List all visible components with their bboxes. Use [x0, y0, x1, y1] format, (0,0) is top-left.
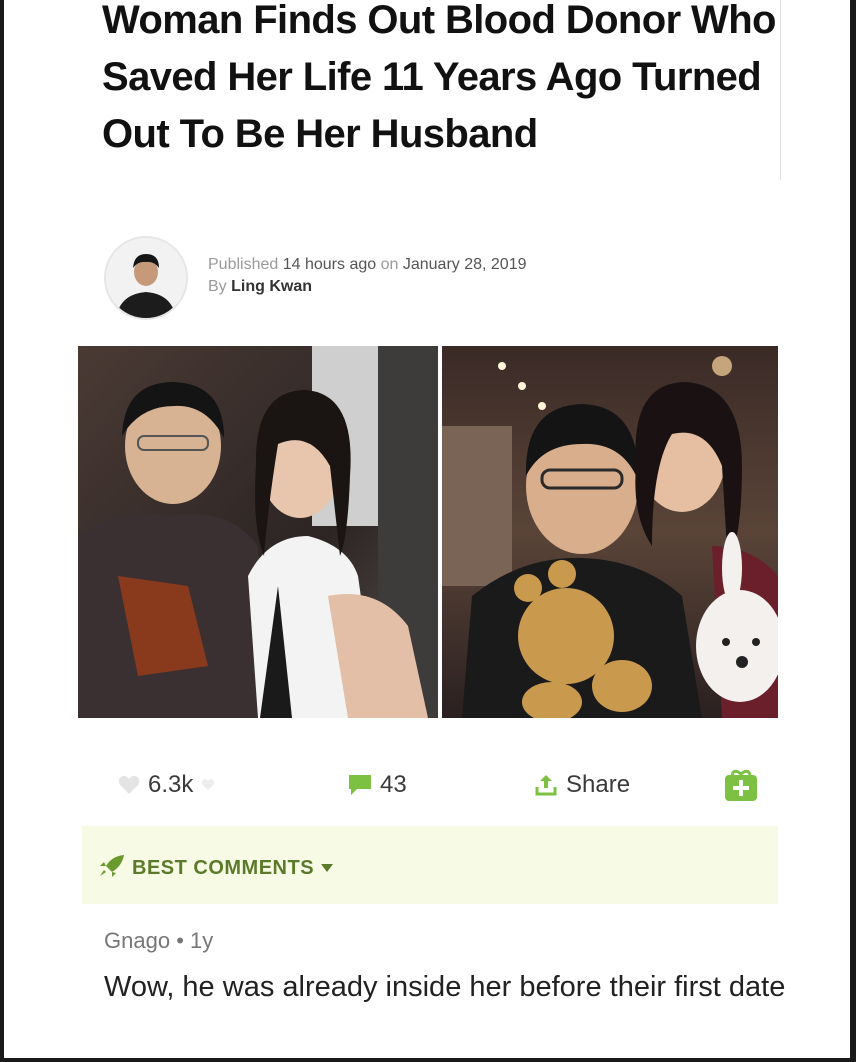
- article-screen: Woman Finds Out Blood Donor Who Saved He…: [4, 0, 850, 1058]
- comment-text: Wow, he was already inside her before th…: [104, 971, 786, 1003]
- gift-button[interactable]: [724, 760, 758, 810]
- article-title: Woman Finds Out Blood Donor Who Saved He…: [102, 0, 776, 156]
- action-bar: 6.3k 43 Share: [104, 760, 784, 810]
- published-line: Published 14 hours ago on January 28, 20…: [208, 254, 527, 276]
- comment-item: Gnago • 1y Wow, he was already inside he…: [104, 928, 804, 1006]
- best-comments-header: BEST COMMENTS: [98, 854, 334, 883]
- likes-count: 6.3k: [148, 771, 194, 798]
- rocket-icon: [98, 854, 126, 883]
- by-prefix: By: [208, 278, 227, 295]
- best-comments-bar[interactable]: BEST COMMENTS: [82, 826, 778, 904]
- share-button[interactable]: Share: [534, 760, 630, 810]
- heart-icon: [118, 775, 140, 795]
- caret-down-icon: [320, 860, 334, 878]
- comment-meta: Gnago • 1y: [104, 928, 804, 954]
- comments-button[interactable]: 43: [348, 760, 407, 810]
- avatar-photo: [106, 238, 186, 318]
- avatar[interactable]: [104, 236, 188, 320]
- author-block: Published 14 hours ago on January 28, 20…: [104, 236, 704, 322]
- comment-author[interactable]: Gnago: [104, 928, 170, 953]
- best-comments-label: BEST COMMENTS: [132, 857, 315, 879]
- couple-selfie-photo[interactable]: [78, 346, 438, 718]
- comment-bubble-icon: [348, 774, 372, 796]
- published-relative: 14 hours ago: [282, 256, 377, 273]
- share-arrow-icon: [534, 773, 558, 797]
- couple-with-balloons-photo[interactable]: [442, 346, 778, 718]
- likes-button[interactable]: 6.3k: [118, 760, 215, 810]
- comment-separator: •: [176, 928, 184, 953]
- gift-box-icon: [724, 768, 758, 802]
- author-name[interactable]: Ling Kwan: [231, 278, 312, 295]
- article-photos: [78, 346, 778, 718]
- comments-count: 43: [380, 771, 407, 798]
- byline: By Ling Kwan: [208, 276, 527, 298]
- published-on: on: [380, 256, 399, 273]
- heart-outline-icon: [201, 778, 215, 792]
- share-label: Share: [566, 771, 631, 798]
- published-prefix: Published: [208, 256, 279, 273]
- published-date: January 28, 2019: [402, 256, 527, 273]
- comment-age: 1y: [190, 928, 214, 953]
- article-meta: Published 14 hours ago on January 28, 20…: [208, 254, 527, 298]
